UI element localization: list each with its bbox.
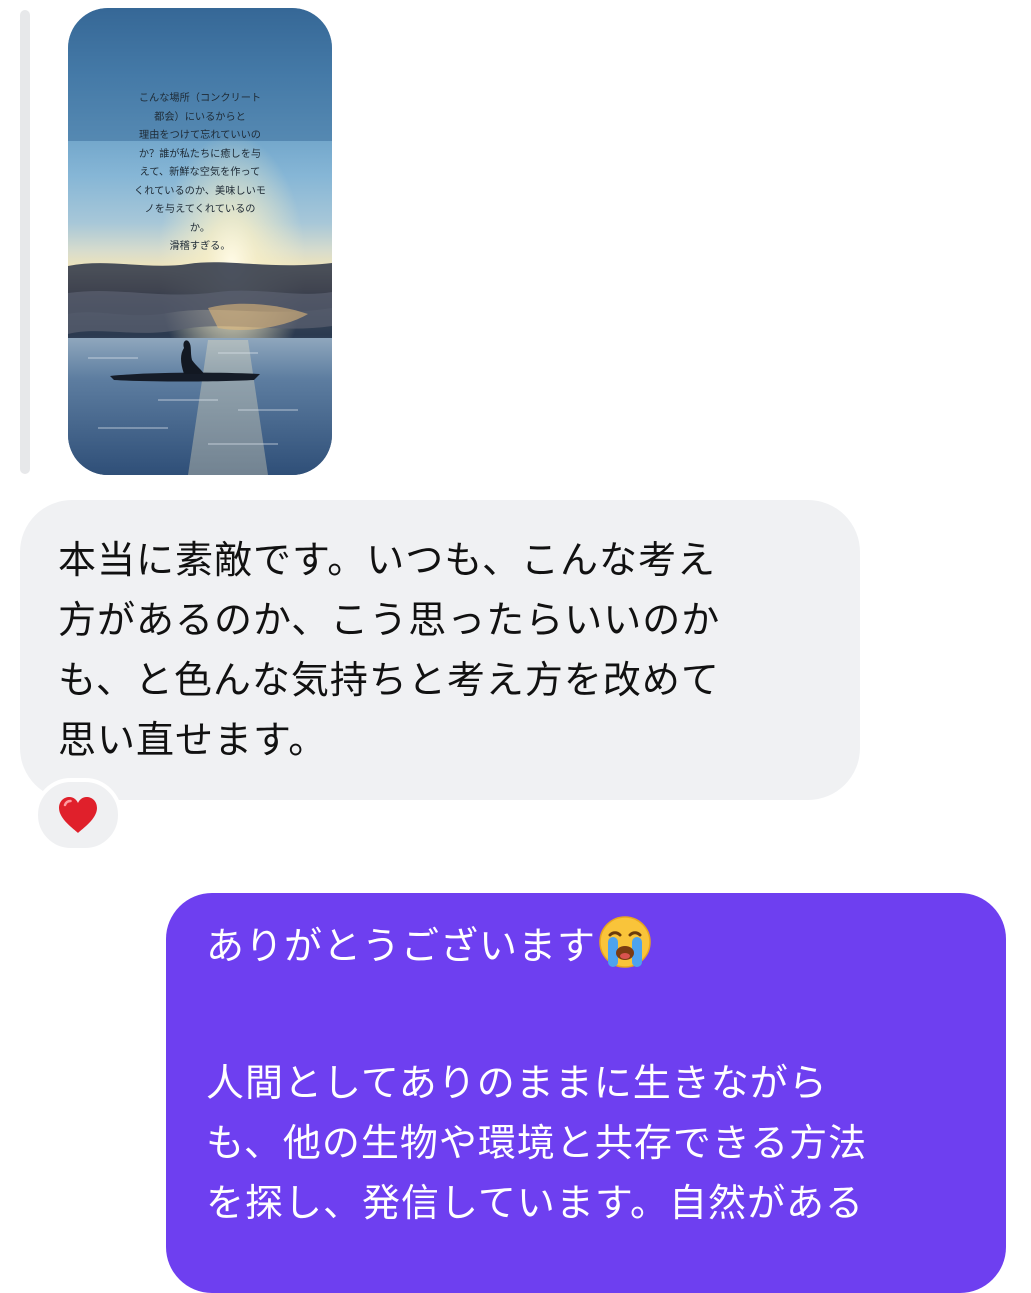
loudly-crying-face-icon [598, 915, 652, 986]
incoming-message-text: 本当に素敵です。いつも、こんな考え 方があるのか、こう思ったらいいのか も、と色… [58, 538, 721, 762]
outgoing-message-body: 人間としてありのままに生きながら も、他の生物や環境と共存できる方法 を探し、発… [206, 1061, 868, 1225]
outgoing-thanks-text: ありがとうございます [206, 924, 597, 968]
story-reply-thumbnail[interactable]: こんな場所（コンクリート 都会）にいるからと 理由をつけて忘れていいの か？誰が… [68, 8, 332, 475]
reply-indicator-bar [20, 10, 30, 474]
outgoing-message-bubble[interactable]: ありがとうございます 人間としてありのままに生きながら も、他の生物や環境と共存… [166, 893, 1006, 1293]
outgoing-message-first-line: ありがとうございます [206, 915, 976, 986]
story-caption: こんな場所（コンクリート 都会）にいるからと 理由をつけて忘れていいの か？誰が… [134, 93, 266, 252]
heart-reaction[interactable] [34, 778, 122, 852]
incoming-message-bubble[interactable]: 本当に素敵です。いつも、こんな考え 方があるのか、こう思ったらいいのか も、と色… [20, 500, 860, 800]
heart-icon [59, 797, 97, 833]
